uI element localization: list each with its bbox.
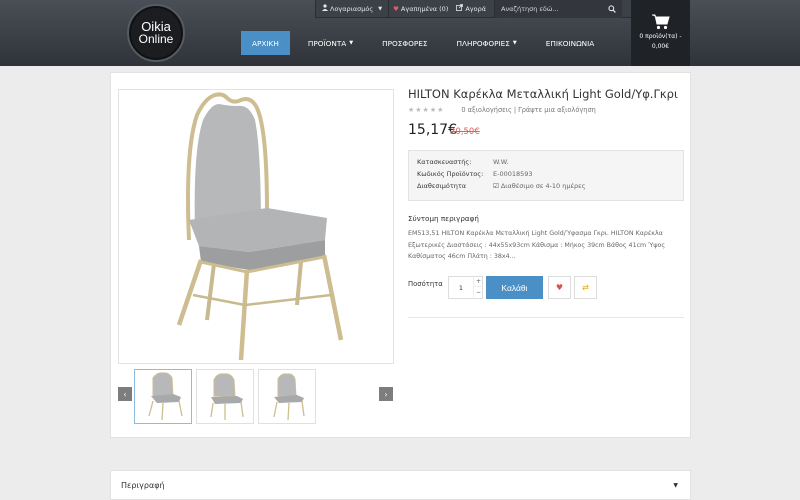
description-panel: Περιγραφή ▼ <box>110 470 691 500</box>
product-code-value: Ε-00018593 <box>493 170 533 178</box>
nav-label: ΠΡΟΣΦΟΡΕΣ <box>382 38 428 48</box>
availability-value: Διαθέσιμο σε 4-10 ημέρες <box>500 182 586 190</box>
description-tab-label: Περιγραφή <box>121 480 165 490</box>
quantity-increase-button[interactable]: + <box>473 277 483 287</box>
add-to-cart-button[interactable]: Καλάθι <box>486 276 543 299</box>
wishlist-link[interactable]: ♥ Αγαπημένα (0) <box>389 0 452 18</box>
thumbnail[interactable] <box>258 369 316 424</box>
product-code-label: Κωδικός Προϊόντος: <box>417 170 484 178</box>
reviews-link[interactable]: 0 αξιολογήσεις <box>461 106 511 114</box>
separator: | <box>513 106 517 114</box>
short-description-title: Σύντομη περιγραφή <box>408 214 479 223</box>
nav-label: ΠΛΗΡΟΦΟΡΙΕΣ <box>456 38 510 48</box>
chevron-right-icon: › <box>384 389 388 399</box>
chair-image <box>176 92 344 361</box>
nav-item-products[interactable]: ΠΡΟΪΟΝΤΑ ▼ <box>297 31 364 55</box>
chair-thumbnail-image <box>148 372 183 421</box>
quantity-input[interactable] <box>449 277 473 298</box>
manufacturer-label: Κατασκευαστής: <box>417 158 472 166</box>
chevron-left-icon: ‹ <box>123 389 127 399</box>
manufacturer-row: Κατασκευαστής: W.W. <box>417 158 509 166</box>
quantity-decrease-button[interactable]: − <box>473 287 483 297</box>
nav-item-contact[interactable]: ΕΠΙΚΟΙΝΩΝΙΑ <box>535 31 606 55</box>
product-code-row: Κωδικός Προϊόντος: Ε-00018593 <box>417 170 533 178</box>
quantity-stepper: + − <box>448 276 483 299</box>
add-to-wishlist-button[interactable]: ♥ <box>548 276 571 299</box>
compare-button[interactable]: ⇄ <box>574 276 597 299</box>
product-rating: ★★★★★ 0 αξιολογήσεις | Γράψτε μια αξιολό… <box>408 106 596 114</box>
search-icon[interactable] <box>603 0 621 18</box>
divider <box>408 317 684 318</box>
cart-total: 0,00€ <box>651 43 670 50</box>
rating-stars: ★★★★★ <box>408 106 445 114</box>
heart-icon: ♥ <box>555 283 564 292</box>
chevron-down-icon: ▼ <box>378 5 383 12</box>
nav-label: ΕΠΙΚΟΙΝΩΝΙΑ <box>545 38 595 48</box>
availability-row: Διαθεσιμότητα ☑ Διαθέσιμο σε 4-10 ημέρες <box>417 182 586 190</box>
shopping-cart-icon <box>651 14 670 30</box>
nav-label: ΑΡΧΙΚΗ <box>252 38 279 48</box>
share-icon <box>456 4 464 13</box>
chevron-down-icon: ▼ <box>512 40 517 46</box>
search-box <box>494 0 623 18</box>
thumbnail-carousel: ‹ › <box>118 369 394 425</box>
chevron-down-icon: ▼ <box>673 481 678 489</box>
nav-item-offers[interactable]: ΠΡΟΣΦΟΡΕΣ <box>371 31 438 55</box>
thumbnail[interactable] <box>196 369 254 424</box>
carousel-next-button[interactable]: › <box>379 387 393 401</box>
checkbox-icon: ☑ <box>493 182 499 190</box>
thumbnail[interactable] <box>134 369 192 424</box>
product-title: HILTON Καρέκλα Μεταλλική Light Gold/Υφ.Γ… <box>408 87 678 101</box>
cart-count: 0 προϊόν(τα) - <box>639 33 682 40</box>
site-header: Oikia Online Λογαριασμός ▼ ♥ Αγαπημένα (… <box>0 0 800 66</box>
carousel-prev-button[interactable]: ‹ <box>118 387 132 401</box>
site-logo[interactable]: Oikia Online <box>127 4 185 62</box>
user-icon <box>322 4 328 13</box>
checkout-link[interactable]: Αγορά <box>452 0 490 18</box>
checkout-label: Αγορά <box>465 4 487 13</box>
chair-thumbnail-image <box>210 373 244 420</box>
quantity-label: Ποσότητα <box>408 280 443 288</box>
product-main-image[interactable] <box>118 89 394 364</box>
description-tab-header[interactable]: Περιγραφή ▼ <box>111 471 690 499</box>
short-description-text: ΕΜ513,51 HILTON Καρέκλα Μεταλλική Light … <box>408 230 666 260</box>
heart-icon: ♥ <box>393 4 399 13</box>
cart-summary: 0 προϊόν(τα) - 0,00€ <box>639 32 681 52</box>
account-label: Λογαριασμός <box>330 4 374 13</box>
wishlist-label: Αγαπημένα (0) <box>400 4 449 13</box>
write-review-link[interactable]: Γράψτε μια αξιολόγηση <box>518 106 596 114</box>
exchange-icon: ⇄ <box>582 283 589 292</box>
manufacturer-value[interactable]: W.W. <box>493 158 509 166</box>
product-old-price: 20,50€ <box>450 127 480 137</box>
chevron-down-icon: ▼ <box>349 40 354 46</box>
product-card: ‹ › HILTON Καρέκλα Μεταλλική Light Gold/… <box>110 72 691 438</box>
chair-thumbnail-image <box>273 373 305 421</box>
search-input[interactable] <box>495 0 604 17</box>
product-info-box: Κατασκευαστής: W.W. Κωδικός Προϊόντος: Ε… <box>408 150 684 201</box>
nav-item-info[interactable]: ΠΛΗΡΟΦΟΡΙΕΣ ▼ <box>445 31 527 55</box>
top-bar: Λογαριασμός ▼ ♥ Αγαπημένα (0) Αγορά <box>315 0 631 18</box>
logo-text-line2: Online <box>138 32 174 46</box>
main-nav: ΑΡΧΙΚΗ ΠΡΟΪΟΝΤΑ ▼ ΠΡΟΣΦΟΡΕΣ ΠΛΗΡΟΦΟΡΙΕΣ ▼ … <box>241 31 612 55</box>
cart-widget[interactable]: 0 προϊόν(τα) - 0,00€ <box>631 0 690 66</box>
availability-label: Διαθεσιμότητα <box>417 182 467 190</box>
nav-item-home[interactable]: ΑΡΧΙΚΗ <box>241 31 290 55</box>
account-menu[interactable]: Λογαριασμός ▼ <box>315 0 390 18</box>
nav-label: ΠΡΟΪΟΝΤΑ <box>307 38 347 48</box>
